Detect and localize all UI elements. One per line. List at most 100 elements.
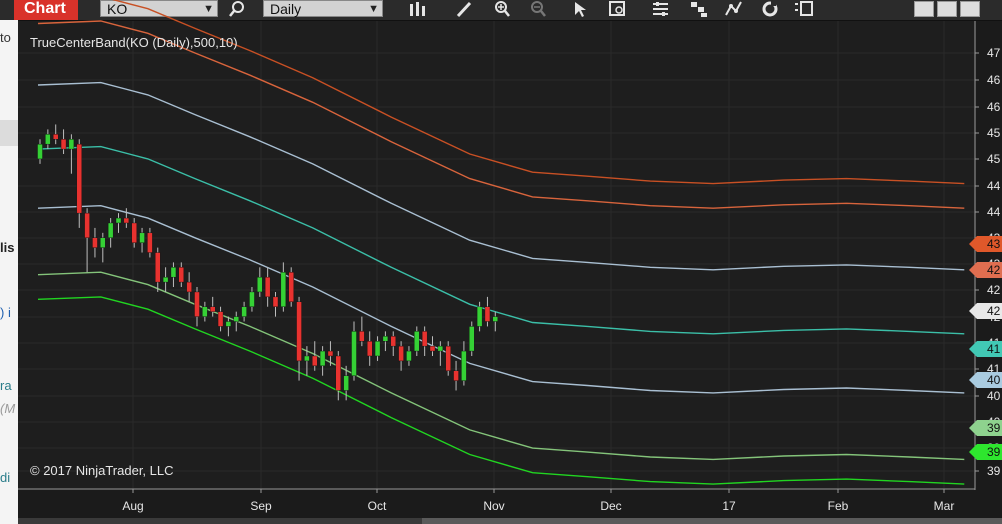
candle — [45, 129, 51, 150]
candle — [249, 287, 255, 312]
x-tick-label: Mar — [934, 499, 955, 513]
candle-body — [233, 316, 239, 322]
indicator-label: TrueCenterBand(KO (Daily),500,10) — [30, 35, 238, 50]
x-tick-label: Aug — [122, 499, 143, 513]
candle — [319, 346, 326, 376]
candle-body — [76, 143, 82, 214]
candle-body — [382, 336, 389, 342]
y-tick-label: 44 — [987, 205, 1001, 219]
candle — [461, 341, 467, 386]
candle — [280, 262, 287, 312]
candle — [147, 227, 153, 258]
band-line-4 — [37, 204, 965, 394]
price-marker: 40 — [969, 372, 1002, 388]
candle — [398, 341, 404, 371]
candle — [131, 218, 137, 248]
candle — [359, 316, 365, 347]
candle — [445, 341, 451, 376]
candle — [414, 326, 420, 356]
candle-body — [194, 291, 200, 317]
candle-body — [45, 134, 51, 145]
y-tick-label: 46 — [987, 100, 1001, 114]
band-line-5 — [37, 271, 965, 461]
candle-body — [390, 336, 396, 347]
y-tick-label: 39 — [987, 464, 1001, 478]
candle — [123, 208, 130, 228]
price-marker-label: 42 — [987, 263, 1001, 277]
candle-body — [296, 301, 302, 362]
candle-body — [343, 375, 349, 391]
y-tick-label: 40 — [987, 389, 1001, 403]
candle — [76, 139, 82, 228]
candle-body — [147, 232, 153, 253]
candle-body — [406, 350, 412, 362]
candle-body — [304, 355, 310, 362]
y-tick-label: 42 — [987, 283, 1001, 297]
candle — [406, 346, 412, 366]
candle-body — [53, 134, 59, 140]
candle-body — [170, 267, 177, 278]
candle — [84, 208, 90, 273]
candle-body — [469, 326, 475, 352]
candle — [351, 321, 357, 381]
candle — [453, 360, 459, 391]
candle-body — [257, 276, 263, 293]
candle — [484, 296, 491, 327]
candle — [335, 351, 341, 401]
candle — [115, 213, 122, 233]
candle — [92, 227, 98, 258]
candle — [139, 227, 145, 253]
candle-body — [359, 331, 365, 342]
x-tick-label: 17 — [722, 499, 736, 513]
price-marker-label: 42 — [987, 304, 1001, 318]
candle — [288, 267, 294, 307]
price-chart[interactable]: 4746464545444443434242414140403939 AugSe… — [0, 0, 1002, 524]
candle-body — [429, 345, 436, 352]
candle — [194, 287, 200, 327]
candle — [374, 336, 381, 361]
candle — [233, 311, 239, 332]
candle-body — [476, 306, 483, 327]
candle — [225, 316, 232, 337]
band-line-0 — [111, 0, 965, 185]
candle — [241, 301, 247, 322]
y-tick-label: 45 — [987, 152, 1001, 166]
candle — [257, 267, 263, 297]
candle-body — [249, 291, 255, 307]
candle-body — [155, 252, 161, 283]
y-tick-label: 46 — [987, 73, 1001, 87]
candle-body — [217, 311, 224, 327]
horizontal-scrollbar[interactable] — [18, 518, 1002, 524]
price-marker-label: 39 — [987, 445, 1001, 459]
x-tick-label: Nov — [483, 499, 504, 513]
copyright-text: © 2017 NinjaTrader, LLC — [30, 463, 174, 478]
candle — [186, 272, 192, 302]
candle — [53, 124, 59, 145]
candle-body — [115, 217, 122, 224]
candle-body — [351, 331, 357, 376]
candle-body — [484, 306, 491, 322]
x-tick-label: Dec — [600, 499, 621, 513]
candle — [429, 336, 436, 356]
candle-body — [414, 331, 420, 352]
candle — [170, 262, 177, 288]
candle — [272, 291, 279, 317]
candle-body — [327, 350, 334, 357]
candle-body — [241, 306, 247, 317]
x-tick-label: Sep — [250, 499, 272, 513]
candle-body — [202, 306, 208, 317]
candle-body — [60, 139, 67, 150]
price-marker-label: 41 — [987, 342, 1001, 356]
candle-body — [461, 350, 467, 381]
candle — [264, 267, 271, 307]
candle-body — [92, 237, 98, 248]
candle-body — [139, 232, 145, 243]
candle-body — [123, 217, 130, 224]
candle-body — [162, 276, 169, 283]
candle-body — [335, 355, 341, 391]
band-line-6 — [37, 296, 965, 485]
candle-body — [178, 267, 185, 283]
scrollbar-thumb[interactable] — [18, 518, 422, 524]
price-marker-label: 39 — [987, 421, 1001, 435]
candle-body — [367, 341, 373, 357]
